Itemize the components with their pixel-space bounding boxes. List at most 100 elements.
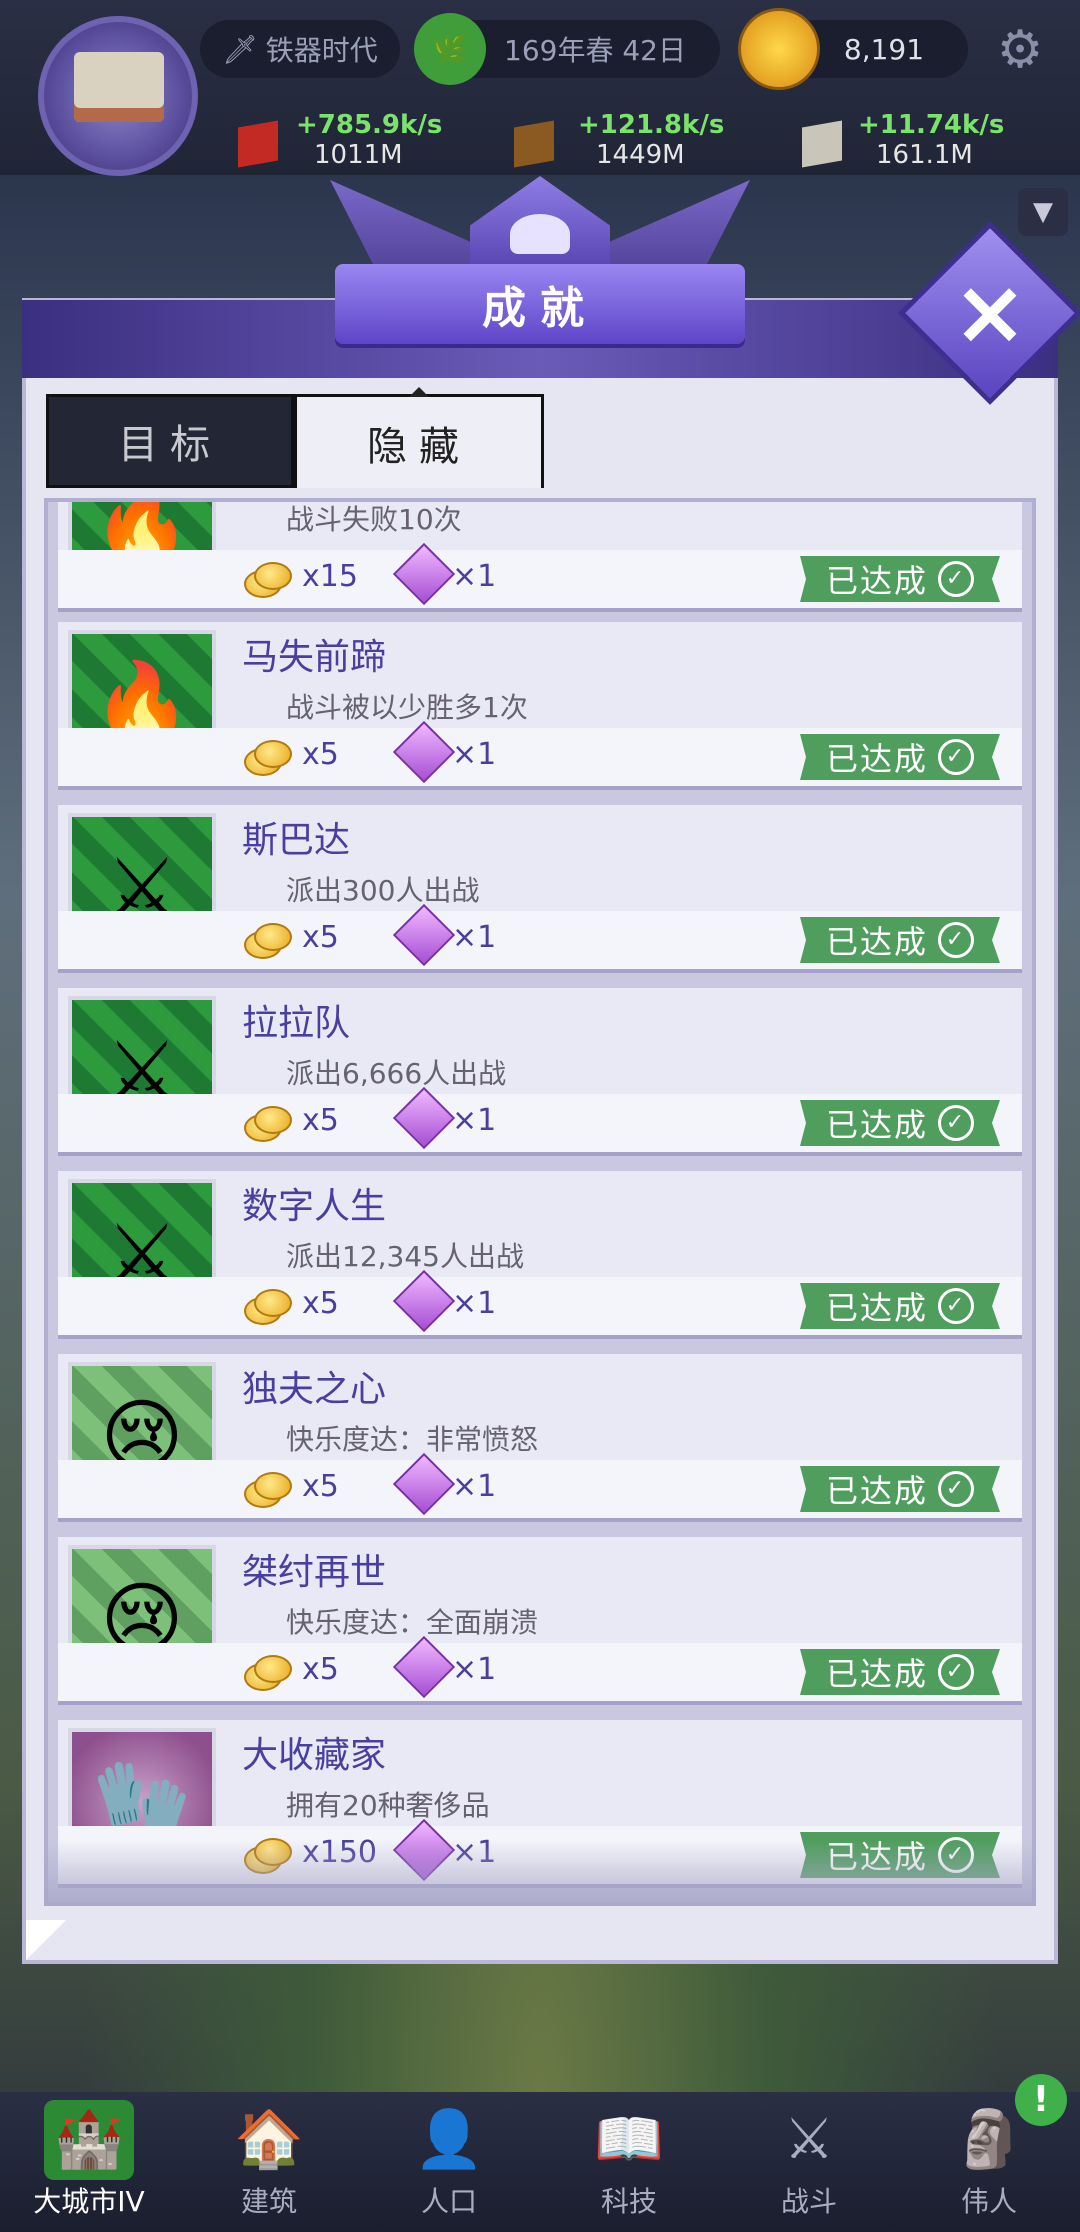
gold-pill[interactable]: 8,191 <box>738 8 968 90</box>
achievement-title: 斯巴达 <box>242 820 351 861</box>
gold-chest-icon <box>738 8 820 90</box>
coin-reward: x5 <box>302 1469 339 1504</box>
castle-icon <box>74 52 164 122</box>
alert-badge[interactable]: ! <box>1015 2074 1067 2126</box>
date-pill[interactable]: 🌿 169年春 42日 <box>414 13 720 85</box>
date-label: 169年春 42日 <box>504 34 686 67</box>
coin-reward: x5 <box>302 737 339 772</box>
tab-goals[interactable]: 目标 <box>46 394 294 488</box>
achievement-title: 独夫之心 <box>242 1369 387 1410</box>
person-icon: 👤 <box>414 2107 484 2172</box>
check-icon: ✓ <box>938 1288 974 1324</box>
era-pill[interactable]: 🗡 铁器时代 <box>200 20 400 78</box>
achievement-title: 大收藏家 <box>242 1735 387 1776</box>
crossed-swords-icon: ⚔ <box>783 2107 835 2172</box>
nav-battle[interactable]: ⚔ 战斗 <box>744 2100 874 2230</box>
dialog-title: 成就 <box>335 264 745 344</box>
status-badge: 已达成✓ <box>800 734 1000 780</box>
achievement-title: 桀纣再世 <box>242 1552 387 1593</box>
gold-coin-icon <box>244 921 292 959</box>
era-label: 铁器时代 <box>265 34 378 67</box>
red-cube-icon <box>238 120 278 168</box>
resource-2-amount: 1449M <box>596 140 685 170</box>
check-icon: ✓ <box>938 1654 974 1690</box>
gold-coin-icon <box>244 1470 292 1508</box>
list-item: 😢 桀纣再世 快乐度达：全面崩溃 x5 ×1 已达成 ✓ <box>58 1537 1022 1705</box>
check-icon: ✓ <box>938 739 974 775</box>
scroll-fade <box>44 1840 1036 1906</box>
resource-1-amount: 1011M <box>314 140 403 170</box>
resource-3: +11.74k/s 161.1M <box>858 110 1004 170</box>
nav-label: 建筑 <box>240 2185 297 2218</box>
list-item: 😢 独夫之心 快乐度达：非常愤怒 x5 ×1 已达成 ✓ <box>58 1354 1022 1522</box>
achievement-desc: 战斗被以少胜多1次 <box>286 691 528 724</box>
nav-label: 人口 <box>420 2185 477 2218</box>
achievement-list[interactable]: 🔥 战斗失败10次 x15 ×1 已达成 ✓ 🔥 马失前蹄 战斗被以少胜多1次 x… <box>44 498 1036 1906</box>
gear-icon[interactable]: ⚙ <box>990 20 1050 80</box>
gem-reward: ×1 <box>452 1652 497 1687</box>
gem-reward: ×1 <box>452 1469 497 1504</box>
close-icon: × <box>952 260 1028 365</box>
resource-3-amount: 161.1M <box>876 140 973 170</box>
status-badge: 已达成✓ <box>800 1466 1000 1512</box>
list-item: 🔥 战斗失败10次 x15 ×1 已达成 ✓ <box>58 502 1022 612</box>
gold-amount: 8,191 <box>843 32 925 66</box>
gem-reward: ×1 <box>452 920 497 955</box>
tab-hidden[interactable]: 隐藏 <box>294 387 544 488</box>
nav-tech[interactable]: 📖 科技 <box>564 2100 694 2230</box>
achievement-desc: 快乐度达：全面崩溃 <box>286 1606 539 1639</box>
list-item: ⚔ 拉拉队 派出6,666人出战 x5 ×1 已达成 ✓ <box>58 988 1022 1156</box>
coin-reward: x5 <box>302 920 339 955</box>
status-badge: 已达成✓ <box>800 1649 1000 1695</box>
check-icon: ✓ <box>938 1471 974 1507</box>
nav-label: 大城市IV <box>33 2185 145 2218</box>
eye-emblem <box>510 214 570 254</box>
achievement-title: 马失前蹄 <box>242 637 387 678</box>
achievement-desc: 战斗失败10次 <box>286 503 462 536</box>
gold-coin-icon <box>244 560 292 598</box>
list-item: ⚔ 斯巴达 派出300人出战 x5 ×1 已达成 ✓ <box>58 805 1022 973</box>
list-item: 🔥 马失前蹄 战斗被以少胜多1次 x5 ×1 已达成 ✓ <box>58 622 1022 790</box>
check-icon: ✓ <box>938 561 974 597</box>
achievement-desc: 快乐度达：非常愤怒 <box>286 1423 539 1456</box>
coin-reward: x15 <box>302 559 358 594</box>
gold-coin-icon <box>244 738 292 776</box>
resource-1-rate: +785.9k/s <box>296 110 443 140</box>
status-badge: 已达成✓ <box>800 1100 1000 1146</box>
check-icon: ✓ <box>938 922 974 958</box>
achievement-title: 数字人生 <box>242 1186 387 1227</box>
nav-city[interactable]: 🏰 大城市IV <box>24 2100 154 2230</box>
city-avatar[interactable] <box>38 16 198 176</box>
resource-1: +785.9k/s 1011M <box>296 110 442 170</box>
gem-reward: ×1 <box>452 559 497 594</box>
achievement-desc: 派出12,345人出战 <box>286 1240 524 1273</box>
gold-coin-icon <box>244 1104 292 1142</box>
castle-icon: 🏰 <box>44 2100 134 2180</box>
coin-reward: x5 <box>302 1652 339 1687</box>
status-badge: 已达成✓ <box>800 1283 1000 1329</box>
house-icon: 🏠 <box>234 2107 304 2172</box>
coin-reward: x5 <box>302 1286 339 1321</box>
leaf-icon: 🌿 <box>414 13 486 85</box>
resource-2: +121.8k/s 1449M <box>578 110 724 170</box>
nav-population[interactable]: 👤 人口 <box>384 2100 514 2230</box>
gold-coin-icon <box>244 1287 292 1325</box>
nav-label: 战斗 <box>780 2185 837 2218</box>
achievement-desc: 派出6,666人出战 <box>286 1057 507 1090</box>
achievement-desc: 拥有20种奢侈品 <box>286 1789 490 1822</box>
gold-coin-icon <box>244 1653 292 1691</box>
achievement-title: 拉拉队 <box>242 1003 351 1044</box>
gem-reward: ×1 <box>452 1103 497 1138</box>
status-badge: 已达成✓ <box>800 917 1000 963</box>
nav-buildings[interactable]: 🏠 建筑 <box>204 2100 334 2230</box>
top-bar: 🗡 铁器时代 🌿 169年春 42日 8,191 ⚙ +785.9k/s 101… <box>0 0 1080 176</box>
gem-reward: ×1 <box>452 1286 497 1321</box>
nav-label: 科技 <box>600 2185 657 2218</box>
chevron-down-icon[interactable]: ▼ <box>1018 188 1068 236</box>
corner-triangle-decoration <box>26 1920 66 1960</box>
sword-icon: 🗡 <box>222 32 258 66</box>
stone-icon <box>802 120 842 168</box>
nav-label: 伟人 <box>960 2185 1017 2218</box>
wood-icon <box>514 120 554 168</box>
gem-reward: ×1 <box>452 737 497 772</box>
